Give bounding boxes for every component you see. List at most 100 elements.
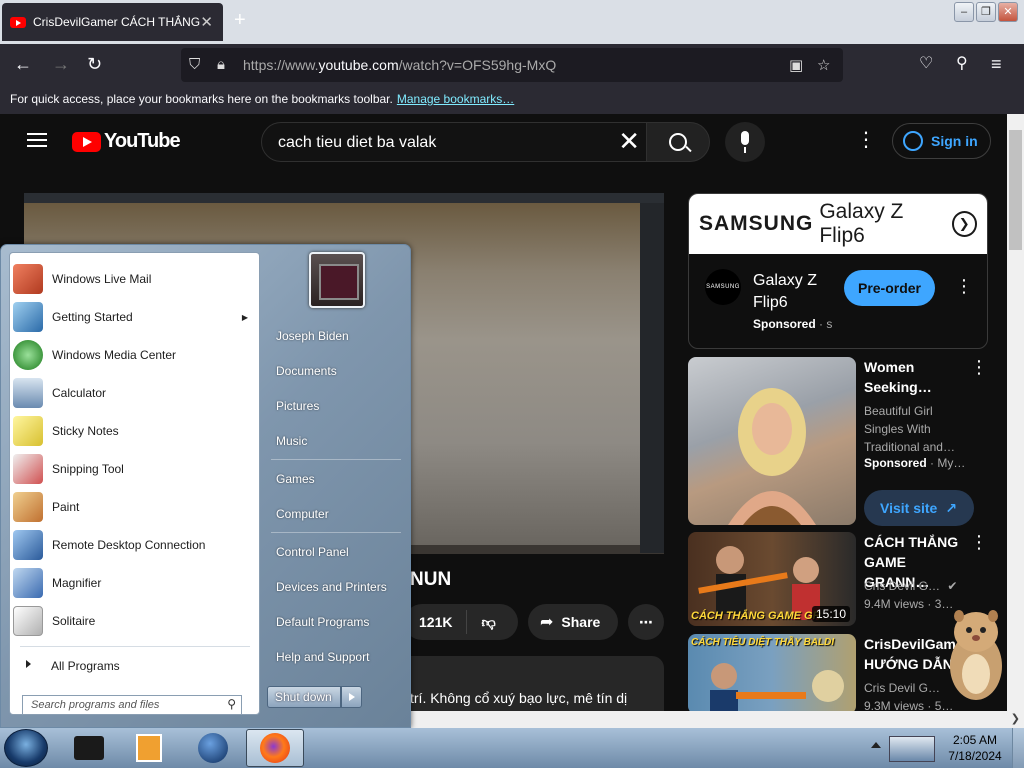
browser-tab[interactable]: CrisDevilGamer CÁCH THẮNG ✕: [2, 3, 223, 41]
channel-name[interactable]: Cris Devil G…: [864, 681, 940, 695]
start-link-pictures[interactable]: Pictures: [276, 399, 319, 413]
user-picture[interactable]: [309, 252, 365, 308]
ad-title[interactable]: Galaxy Z Flip6: [753, 270, 833, 314]
pre-order-button[interactable]: Pre-order: [844, 270, 935, 306]
bookmark-star-icon[interactable]: ☆: [817, 56, 830, 74]
search-query[interactable]: cach tieu diet ba valak: [278, 134, 436, 152]
program-calculator[interactable]: Calculator: [13, 375, 258, 411]
calculator-icon: [13, 378, 43, 408]
start-button[interactable]: [4, 729, 48, 767]
shield-icon[interactable]: ⛉: [189, 56, 200, 73]
start-link-devices-printers[interactable]: Devices and Printers: [276, 580, 387, 594]
start-search-input[interactable]: Search programs and files ⚲: [22, 695, 242, 715]
url-path: /watch?v=OFS59hg-MxQ: [398, 57, 557, 73]
youtube-logo[interactable]: YouTube: [72, 130, 181, 153]
url-text[interactable]: https://www.youtube.com/watch?v=OFS59hg-…: [243, 57, 556, 73]
taskbar-app-terminal[interactable]: [60, 729, 118, 767]
forward-button[interactable]: →: [52, 54, 70, 74]
start-link-documents[interactable]: Documents: [276, 364, 337, 378]
url-bar[interactable]: ⛉ 🔒︎ https://www.youtube.com/watch?v=OFS…: [181, 48, 843, 82]
related-more-icon[interactable]: ⋮: [970, 532, 988, 553]
all-programs-button[interactable]: All Programs: [16, 650, 256, 674]
related-item[interactable]: Women Seeking… Beautiful Girl Singles Wi…: [688, 357, 1007, 527]
channel-name[interactable]: Cris Devil G…: [864, 579, 940, 593]
video-description[interactable]: trí. Không cổ xuý bạo lực, mê tín dị: [410, 656, 664, 711]
minimize-button[interactable]: –: [954, 2, 974, 22]
program-label: Paint: [52, 500, 80, 514]
program-magnifier[interactable]: Magnifier: [13, 565, 258, 601]
start-link-computer[interactable]: Computer: [276, 507, 329, 521]
start-link-user[interactable]: Joseph Biden: [276, 329, 349, 343]
reload-button[interactable]: ↻: [87, 54, 102, 74]
system-clock[interactable]: 2:05 AM 7/18/2024: [946, 732, 1004, 764]
share-button[interactable]: ➦ Share: [528, 604, 618, 640]
hamburger-menu-icon[interactable]: [27, 133, 47, 147]
ad-card[interactable]: SAMSUNG Galaxy Z Flip6 ❯ SAMSUNG Galaxy …: [688, 193, 988, 349]
remote-desktop-icon: [13, 530, 43, 560]
extensions-icon[interactable]: ⚲: [956, 54, 968, 74]
restore-button[interactable]: ❐: [976, 2, 996, 22]
more-actions-button[interactable]: ⋯: [628, 604, 664, 640]
external-link-icon: ↗: [945, 499, 958, 516]
video-duration: 15:10: [811, 606, 850, 622]
related-thumbnail[interactable]: CÁCH TIÊU DIỆT THẦY BALDI: [688, 634, 856, 711]
program-windows-media-center[interactable]: Windows Media Center: [13, 337, 258, 373]
search-button[interactable]: [646, 122, 710, 162]
horizontal-scrollbar[interactable]: ❯: [410, 711, 1024, 728]
clear-search-icon[interactable]: ✕: [618, 127, 640, 155]
network-icon[interactable]: [889, 736, 935, 762]
show-desktop-button[interactable]: [1012, 728, 1024, 768]
close-window-button[interactable]: ✕: [998, 2, 1018, 22]
close-tab-icon[interactable]: ✕: [200, 13, 213, 31]
program-windows-live-mail[interactable]: Windows Live Mail: [13, 261, 258, 297]
back-button[interactable]: ←: [14, 54, 32, 74]
voice-search-button[interactable]: [725, 122, 765, 162]
start-link-control-panel[interactable]: Control Panel: [276, 545, 349, 559]
taskbar-app-media-player[interactable]: [120, 729, 178, 767]
reader-view-icon[interactable]: ▣: [789, 56, 803, 74]
lock-icon[interactable]: 🔒︎: [217, 56, 225, 73]
ad-banner[interactable]: SAMSUNG Galaxy Z Flip6 ❯: [689, 194, 987, 254]
visit-site-button[interactable]: Visit site ↗: [864, 490, 974, 526]
ad-more-icon[interactable]: ⋮: [955, 276, 973, 297]
taskbar-app-globe[interactable]: [184, 729, 242, 767]
submenu-arrow-icon[interactable]: ▶: [242, 313, 248, 322]
sign-in-button[interactable]: Sign in: [892, 123, 991, 159]
terminal-icon: [74, 736, 104, 760]
program-remote-desktop-connection[interactable]: Remote Desktop Connection: [13, 527, 258, 563]
program-solitaire[interactable]: Solitaire: [13, 603, 258, 639]
settings-more-icon[interactable]: ⋮: [856, 128, 876, 152]
program-snipping-tool[interactable]: Snipping Tool: [13, 451, 258, 487]
chevron-right-icon[interactable]: ❯: [951, 211, 977, 237]
like-count[interactable]: 121K: [419, 614, 452, 630]
related-title[interactable]: Women Seeking…: [864, 357, 954, 397]
start-link-default-programs[interactable]: Default Programs: [276, 615, 369, 629]
start-link-games[interactable]: Games: [276, 472, 315, 486]
scrollbar-thumb[interactable]: [1009, 130, 1022, 250]
program-getting-started[interactable]: Getting Started ▶: [13, 299, 258, 335]
hamster-desktop-pet[interactable]: [945, 604, 1007, 704]
like-dislike-group[interactable]: 121K 👎︎: [404, 604, 518, 640]
program-paint[interactable]: Paint: [13, 489, 258, 525]
taskbar-app-firefox[interactable]: [246, 729, 304, 767]
pocket-icon[interactable]: ♡: [919, 54, 933, 74]
program-sticky-notes[interactable]: Sticky Notes: [13, 413, 258, 449]
shut-down-button[interactable]: Shut down: [267, 686, 341, 708]
start-link-help-support[interactable]: Help and Support: [276, 650, 369, 664]
new-tab-button[interactable]: +: [234, 10, 246, 30]
start-link-music[interactable]: Music: [276, 434, 307, 448]
related-thumbnail[interactable]: CÁCH THẮNG GAME GR 15:10: [688, 532, 856, 626]
window-controls: – ❐ ✕: [954, 2, 1018, 22]
search-icon[interactable]: ⚲: [227, 697, 236, 711]
dislike-icon[interactable]: 👎︎: [481, 614, 495, 631]
app-menu-icon[interactable]: ≡: [991, 54, 1002, 74]
related-more-icon[interactable]: ⋮: [970, 357, 988, 378]
vertical-scrollbar[interactable]: [1007, 114, 1024, 711]
related-thumbnail[interactable]: [688, 357, 856, 525]
manage-bookmarks-link[interactable]: Manage bookmarks…: [397, 92, 514, 106]
show-hidden-icons-icon[interactable]: [871, 742, 881, 748]
scroll-right-icon[interactable]: ❯: [1011, 712, 1020, 725]
shut-down-options-button[interactable]: [341, 686, 362, 708]
ad-banner-brand: SAMSUNG: [699, 212, 814, 235]
search-input[interactable]: cach tieu diet ba valak ✕: [261, 122, 647, 162]
